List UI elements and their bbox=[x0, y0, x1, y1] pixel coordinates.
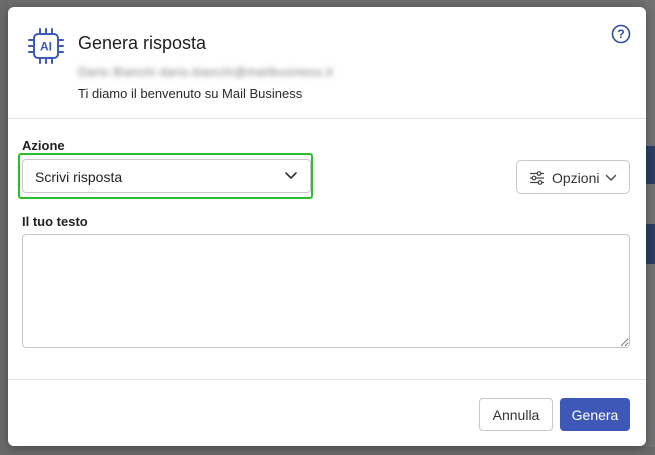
generate-button[interactable]: Genera bbox=[560, 398, 630, 431]
your-text-label: Il tuo testo bbox=[22, 214, 88, 229]
background-app-stripe bbox=[645, 224, 655, 264]
sliders-icon bbox=[530, 171, 544, 185]
svg-text:?: ? bbox=[617, 27, 624, 41]
background-app-left bbox=[0, 0, 8, 455]
action-label: Azione bbox=[22, 138, 65, 153]
help-icon[interactable]: ? bbox=[611, 24, 631, 44]
action-select-value: Scrivi risposta bbox=[35, 169, 123, 185]
cancel-button[interactable]: Annulla bbox=[479, 398, 553, 431]
chevron-down-icon bbox=[285, 172, 297, 179]
svg-text:AI: AI bbox=[40, 40, 52, 54]
action-select[interactable]: Scrivi risposta bbox=[22, 159, 311, 193]
dialog-title: Genera risposta bbox=[78, 33, 207, 53]
background-app-stripe bbox=[645, 146, 655, 184]
background-app-bottom bbox=[0, 447, 655, 455]
email-subject: Ti diamo il benvenuto su Mail Business bbox=[78, 86, 303, 101]
sender-address: Dario Bianchi dario.bianchi@mailbusiness… bbox=[78, 65, 334, 79]
your-text-input[interactable] bbox=[22, 234, 630, 348]
options-button-label: Opzioni bbox=[552, 170, 600, 186]
dialog-footer: Annulla Genera bbox=[8, 379, 646, 447]
chevron-down-icon bbox=[605, 174, 617, 181]
ai-chip-icon: AI bbox=[28, 28, 64, 64]
options-button[interactable]: Opzioni bbox=[516, 160, 630, 194]
dialog-header: AI Genera risposta ? Dario Bianchi dario… bbox=[8, 7, 646, 119]
generate-reply-dialog: AI Genera risposta ? Dario Bianchi dario… bbox=[8, 7, 646, 446]
